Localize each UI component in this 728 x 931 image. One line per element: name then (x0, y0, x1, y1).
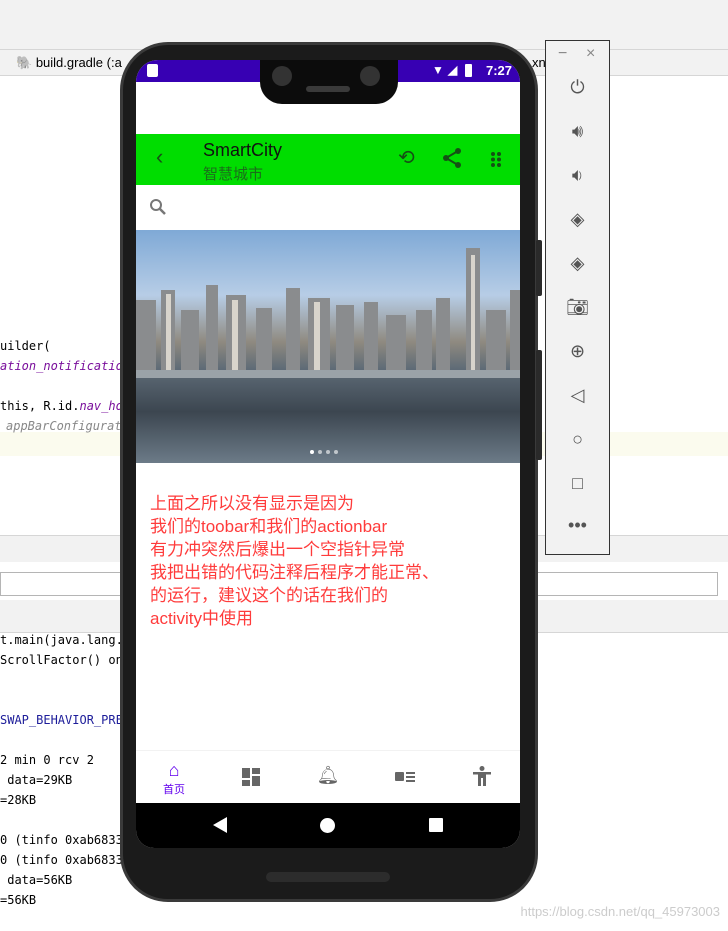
speaker-grille (266, 872, 390, 882)
nav-item-home[interactable]: ⌂ 首页 (136, 751, 212, 804)
nav-item-dashboard[interactable] (213, 751, 289, 804)
camera-notch (260, 60, 398, 104)
news-icon (395, 772, 415, 782)
back-icon[interactable]: ◁ (546, 385, 609, 406)
console-line: 2 min 0 rcv 2 (0, 753, 94, 767)
console-line: data=29KB (0, 773, 73, 787)
power-side-button (536, 240, 542, 296)
console-line: data=56KB (0, 873, 73, 887)
skyline-graphic (136, 248, 520, 454)
sd-card-icon (147, 64, 158, 77)
phone-screen: ▼ ◢ 7:27 ‹ SmartCity 智慧城市 ⟲ 上面之所以没有显示是因为… (136, 60, 520, 848)
close-button[interactable]: × (586, 45, 595, 63)
overview-icon[interactable] (429, 818, 443, 832)
watermark: https://blog.csdn.net/qq_45973003 (520, 904, 721, 919)
camera-lens (360, 66, 380, 86)
nav-item-notifications[interactable]: 🔔︎ (290, 751, 366, 804)
battery-icon (465, 64, 472, 77)
rotate-left-icon[interactable]: ◈ (546, 209, 609, 230)
volume-up-icon[interactable]: 🔊︎ (546, 121, 609, 142)
bell-icon: 🔔︎ (316, 765, 340, 785)
console-line: =56KB (0, 893, 37, 907)
code-hint: appBarConfigurat (6, 419, 122, 433)
overview-icon[interactable]: □ (546, 473, 609, 494)
banner-image[interactable] (136, 230, 520, 463)
volume-side-button (536, 350, 542, 460)
console-line: 0 (tinfo 0xab68337 (0, 853, 131, 867)
tab-build-gradle[interactable]: 🐘 build.gradle (:a (16, 55, 122, 71)
system-navigation-bar (136, 803, 520, 848)
wifi-icon: ▼ (432, 63, 444, 77)
console-line: ScrollFactor() on (0, 653, 123, 667)
volume-down-icon[interactable]: 🔉︎ (546, 165, 609, 186)
search-icon (149, 198, 167, 221)
dashboard-icon (242, 768, 260, 786)
nav-item-accessibility[interactable] (444, 751, 520, 804)
home-icon[interactable] (320, 818, 335, 833)
explanation-text: 上面之所以没有显示是因为 我们的toobar和我们的actionbar 有力冲突… (150, 494, 439, 628)
rotate-right-icon[interactable]: ◈ (546, 253, 609, 274)
console-line: t.main(java.lang. (0, 633, 123, 647)
search-refresh-icon[interactable]: ⟲ (398, 145, 415, 170)
code-text: nav_ho (79, 399, 123, 413)
toolbar-title: SmartCity (203, 140, 283, 160)
home-icon: ⌂ (168, 760, 180, 780)
status-time: 7:27 (486, 63, 513, 78)
code-line: this, R.id.nav_ho (0, 399, 123, 413)
back-icon[interactable] (213, 817, 227, 833)
bottom-navigation: ⌂ 首页 🔔︎ (136, 750, 520, 803)
earpiece (306, 86, 350, 92)
minimize-button[interactable]: − (558, 45, 567, 63)
zoom-icon[interactable]: ⊕ (546, 341, 609, 362)
camera-lens (272, 66, 292, 86)
emulator-toolbar: − × ⏻ 🔊︎ 🔉︎ ◈ ◈ 📷︎ ⊕ ◁ ○ □ ••• (545, 40, 610, 555)
code-line: uilder( (0, 339, 51, 353)
console-line: =28KB (0, 793, 37, 807)
console-line: SWAP_BEHAVIOR_PRES (0, 713, 131, 727)
tab-overflow[interactable]: xn (532, 55, 546, 70)
more-icon[interactable]: ••• (546, 515, 609, 536)
nav-label: 首页 (163, 784, 185, 796)
toolbar: ‹ SmartCity 智慧城市 ⟲ (136, 134, 520, 185)
signal-icon: ◢ (448, 63, 458, 77)
search-bar[interactable] (136, 185, 520, 230)
chevron-left-icon[interactable]: ‹ (156, 144, 163, 170)
power-icon[interactable]: ⏻ (546, 77, 609, 98)
toolbar-subtitle: 智慧城市 (203, 166, 264, 183)
code-text: this, R.id. (0, 399, 80, 413)
apps-grid-icon[interactable] (491, 152, 501, 172)
home-icon[interactable]: ○ (546, 429, 609, 450)
share-icon[interactable] (442, 147, 462, 174)
camera-icon[interactable]: 📷︎ (546, 297, 609, 318)
code-line: ation_notification (0, 359, 131, 373)
console-line: 0 (tinfo 0xab68337 (0, 833, 131, 847)
nav-item-news[interactable] (367, 751, 443, 804)
accessibility-icon (473, 766, 491, 786)
gradle-icon: 🐘 (16, 55, 36, 70)
